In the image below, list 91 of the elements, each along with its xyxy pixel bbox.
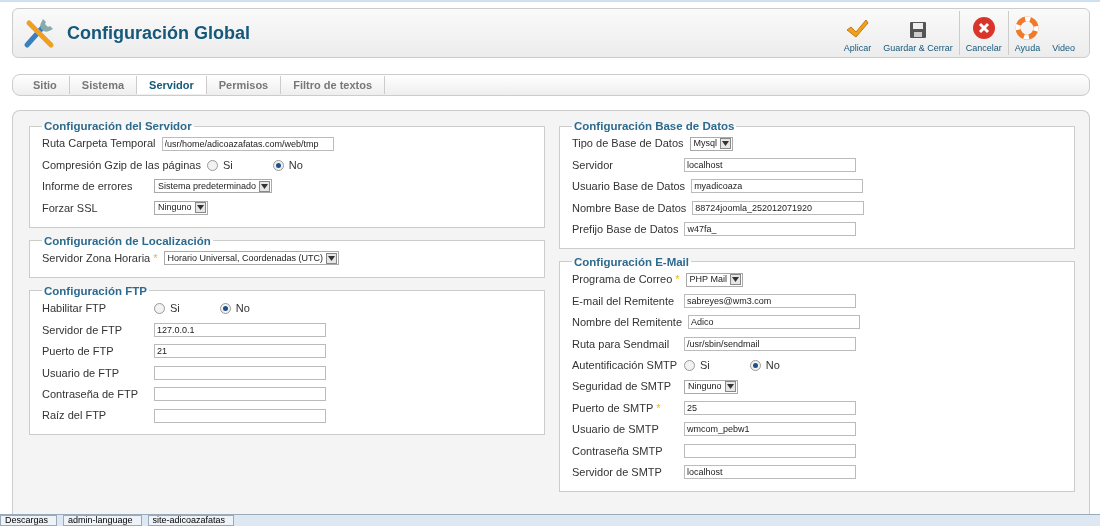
life-ring-icon	[1015, 15, 1040, 40]
group-title: Configuración E-Mail	[573, 254, 690, 269]
radio-button[interactable]	[207, 159, 218, 171]
radio-button[interactable]	[154, 303, 165, 315]
dropdown[interactable]: PHP Mail	[685, 272, 743, 287]
input-field[interactable]: /usr/sbin/sendmail	[684, 336, 856, 351]
input-field[interactable]: 88724joomla_252012071920	[692, 200, 865, 215]
input-field[interactable]	[154, 387, 326, 402]
taskbar-button[interactable]: site-adicoazafatas	[147, 515, 235, 526]
input-field[interactable]: 127.0.0.1	[154, 323, 326, 338]
input-field[interactable]: 25	[684, 401, 856, 415]
field-label: Servidor	[572, 158, 613, 171]
required-mark: *	[153, 252, 158, 264]
field-label: Compresión Gzip de las páginas	[42, 158, 201, 171]
field-label: Raíz del FTP	[42, 409, 107, 422]
input-field[interactable]	[154, 365, 326, 380]
tab[interactable]: Servidor	[137, 75, 207, 95]
tab[interactable]: Permisos	[206, 75, 282, 95]
input-field[interactable]: 21	[154, 344, 326, 359]
taskbar-button[interactable]: Descargas	[0, 515, 58, 526]
field-label: Informe de errores	[42, 180, 133, 193]
field-label: Servidor Zona Horaria	[42, 252, 151, 264]
dropdown[interactable]: Mysql	[689, 136, 733, 151]
input-field[interactable]: myadicoaza	[691, 179, 864, 194]
field-label: Puerto de SMTP	[572, 401, 654, 414]
tab[interactable]: Filtro de textos	[281, 75, 386, 95]
tab[interactable]: Sitio	[21, 75, 70, 95]
field-label: Usuario de FTP	[42, 366, 120, 379]
field-label: Usuario Base de Datos	[572, 180, 686, 193]
field-label: E-mail del Remitente	[572, 294, 675, 307]
required-mark: *	[675, 273, 680, 286]
help-button[interactable]: Ayuda	[1008, 9, 1047, 57]
cancel-icon	[971, 15, 996, 40]
apply-button[interactable]: Aplicar	[837, 9, 878, 57]
field-label: Prefijo Base de Datos	[572, 223, 679, 235]
field-label: Puerto de FTP	[42, 345, 114, 358]
option-label: Si	[170, 301, 180, 317]
caret-icon	[731, 277, 739, 283]
save-button[interactable]: Guardar & Cerrar	[877, 9, 959, 57]
field-label: Servidor de FTP	[42, 323, 123, 336]
field-label: Usuario de SMTP	[572, 423, 659, 436]
field-label: Tipo de Base de Datos	[572, 137, 684, 150]
field-label: Contraseña SMTP	[572, 444, 663, 457]
video-button[interactable]: Video	[1046, 9, 1081, 57]
caret-icon	[328, 255, 336, 261]
radio-button[interactable]	[749, 359, 761, 371]
option-label: Si	[700, 357, 710, 373]
input-field[interactable]	[154, 408, 326, 423]
page-title: Configuración Global	[67, 21, 250, 45]
checkmark-icon	[845, 17, 870, 40]
field-label: Nombre Base de Datos	[572, 201, 687, 214]
input-field[interactable]: wmcom_pebw1	[684, 422, 856, 437]
input-field[interactable]: Adico	[688, 315, 861, 330]
radio-button[interactable]	[684, 359, 695, 371]
radio-button[interactable]	[219, 303, 231, 315]
caret-icon	[722, 141, 729, 147]
input-field[interactable]: w47fa_	[684, 222, 857, 237]
caret-icon	[196, 205, 204, 211]
dropdown[interactable]: Ninguno	[684, 379, 738, 394]
option-label: No	[765, 357, 780, 373]
option-label: Si	[223, 157, 233, 173]
option-label: No	[235, 301, 250, 317]
cancel-button[interactable]: Cancelar	[959, 9, 1008, 57]
field-label: Servidor de SMTP	[572, 465, 662, 478]
input-field[interactable]: sabreyes@wm3.com	[684, 294, 856, 309]
dropdown[interactable]: Sistema predeterminado	[154, 179, 273, 194]
dropdown[interactable]: Ninguno	[154, 200, 208, 215]
field-label: Ruta Carpeta Temporal	[42, 137, 156, 150]
group-title: Configuración Base de Datos	[573, 119, 736, 133]
taskbar-button[interactable]: admin-language	[63, 515, 142, 526]
input-field[interactable]	[684, 443, 856, 458]
input-field[interactable]: localhost	[684, 158, 856, 173]
required-mark: *	[656, 401, 661, 414]
caret-icon	[726, 384, 734, 390]
group-title: Configuración del Servidor	[43, 119, 193, 133]
field-label: Ruta para Sendmail	[572, 337, 670, 350]
dropdown[interactable]: Horario Universal, Coordenadas (UTC)	[163, 251, 340, 266]
input-field[interactable]: /usr/home/adicoazafatas.com/web/tmp	[161, 136, 334, 151]
field-label: Seguridad de SMTP	[572, 380, 672, 393]
option-label: No	[288, 157, 303, 173]
caret-icon	[261, 183, 269, 189]
field-label: Habilitar FTP	[42, 302, 107, 315]
group-title: Configuración de Localización	[43, 233, 212, 248]
field-label: Contraseña de FTP	[42, 387, 138, 400]
radio-button[interactable]	[272, 159, 284, 171]
field-label: Autentificación SMTP	[572, 358, 678, 371]
group-title: Configuración FTP	[43, 283, 148, 298]
field-label: Nombre del Remitente	[572, 316, 683, 329]
field-label: Programa de Correo	[572, 273, 673, 286]
field-label: Forzar SSL	[42, 201, 98, 214]
input-field[interactable]: localhost	[684, 465, 856, 480]
